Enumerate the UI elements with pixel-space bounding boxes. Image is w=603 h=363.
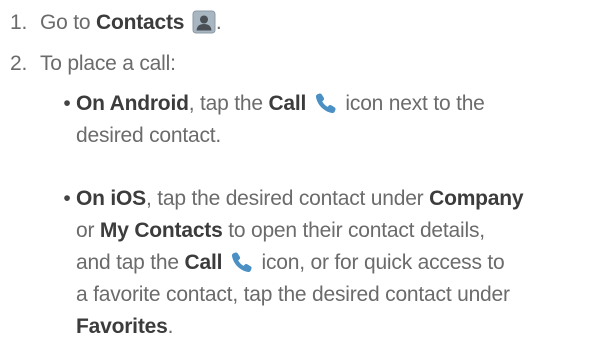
bullet-dot: • <box>63 187 71 210</box>
contacts-icon <box>192 10 216 34</box>
step-number: 2. <box>10 52 28 75</box>
call-label: Call <box>268 92 307 115</box>
step-text: Go to Contacts . <box>40 9 222 37</box>
bullet-text: to open their contact details, <box>222 219 485 242</box>
bullet-text: and tap the <box>76 251 185 274</box>
bullet-line: Favorites. <box>76 311 600 343</box>
favorites-label: Favorites <box>76 315 168 338</box>
bullet-android: • On Android, tap the Call icon next to … <box>60 88 600 152</box>
bullet-text: , tap the desired contact under <box>145 187 430 210</box>
bullet-line: On iOS, tap the desired contact under Co… <box>76 183 600 215</box>
instructions-document: 1. Go to Contacts . 2. To place a call: … <box>0 0 603 363</box>
call-label: Call <box>184 251 223 274</box>
contacts-label: Contacts <box>96 11 185 34</box>
platform-label: On iOS <box>76 187 146 210</box>
bullet-line: On Android, tap the Call icon next to th… <box>76 88 600 120</box>
bullet-body: On Android, tap the Call icon next to th… <box>76 88 600 152</box>
bullet-text: or <box>76 219 100 242</box>
bullet-text: , tap the <box>188 92 269 115</box>
bullet-line: and tap the Call icon, or for quick acce… <box>76 247 600 279</box>
call-icon <box>314 91 338 115</box>
step-suffix: . <box>215 11 222 34</box>
company-label: Company <box>429 187 524 210</box>
bullet-line: or My Contacts to open their contact det… <box>76 215 600 247</box>
bullet-line: a favorite contact, tap the desired cont… <box>76 283 510 306</box>
bullet-text: icon, or for quick access to <box>255 251 505 274</box>
bullet-body: On iOS, tap the desired contact under Co… <box>76 183 600 343</box>
bullet-dot: • <box>63 92 71 115</box>
bullet-line: desired contact. <box>76 124 222 147</box>
bullet-text: . <box>167 315 174 338</box>
bullet-ios: • On iOS, tap the desired contact under … <box>60 183 600 343</box>
step-prefix: Go to <box>40 11 96 34</box>
step-number: 1. <box>10 11 28 34</box>
bullet-text: icon next to the <box>339 92 485 115</box>
my-contacts-label: My Contacts <box>99 219 223 242</box>
platform-label: On Android <box>76 92 189 115</box>
step-text: To place a call: <box>40 52 176 75</box>
call-icon <box>230 250 254 274</box>
